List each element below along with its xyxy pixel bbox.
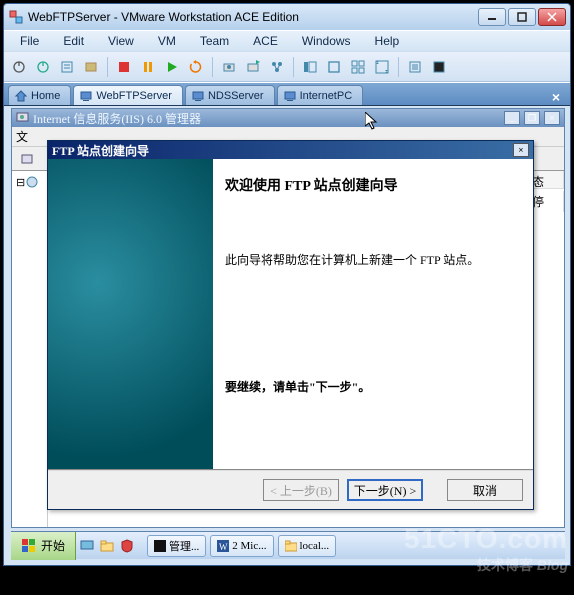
vmware-toolbar [4,52,570,82]
reset-icon[interactable] [185,56,207,78]
vm-icon [80,90,92,102]
taskbar-item[interactable]: local... [278,535,337,557]
pause-icon[interactable] [137,56,159,78]
vmware-menubar: File Edit View VM Team ACE Windows Help [4,30,570,52]
folder-icon [285,540,297,552]
home-icon [15,90,27,102]
snapshot-icon[interactable] [218,56,240,78]
maximize-button[interactable] [508,8,536,26]
tab-label: InternetPC [300,90,353,102]
tree-node-icon[interactable]: ⊟ [16,180,38,192]
power-off-icon[interactable] [8,56,30,78]
next-button[interactable]: 下一步(N) > [347,479,423,501]
tab-webftpserver[interactable]: WebFTPServer [73,85,183,105]
watermark: 51CTO.com 技术博客 Blog [404,523,568,575]
iis-title-text: Internet 信息服务(IIS) 6.0 管理器 [33,110,500,127]
menu-vm[interactable]: VM [148,32,186,50]
iis-restore-button[interactable]: ❐ [524,111,540,125]
minimize-button[interactable] [478,8,506,26]
menu-edit[interactable]: Edit [53,32,94,50]
power-on-icon[interactable] [32,56,54,78]
start-label: 开始 [41,537,65,554]
ql-security-icon[interactable] [118,537,136,555]
iis-titlebar[interactable]: Internet 信息服务(IIS) 6.0 管理器 _ ❐ × [12,109,564,127]
tab-close-icon[interactable]: × [546,89,566,105]
toolbar-separator [107,57,108,77]
cmd-icon [154,540,166,552]
ace-icon[interactable] [80,56,102,78]
tab-home[interactable]: Home [8,85,71,105]
iis-tool-icon[interactable] [16,148,38,170]
vm-icon [284,90,296,102]
wizard-titlebar[interactable]: FTP 站点创建向导 × [48,141,533,159]
wizard-close-button[interactable]: × [513,143,529,157]
menu-view[interactable]: View [98,32,144,50]
console-icon[interactable] [428,56,450,78]
wizard-main: 欢迎使用 FTP 站点创建向导 此向导将帮助您在计算机上新建一个 FTP 站点。… [213,159,533,469]
wizard-heading: 欢迎使用 FTP 站点创建向导 [225,175,521,195]
single-view-icon[interactable] [323,56,345,78]
task-label: 2 Mic... [232,540,266,552]
fullscreen-icon[interactable] [371,56,393,78]
tab-label: NDSServer [208,90,264,102]
wizard-buttons: < 上一步(B) 下一步(N) > 取消 [48,471,533,509]
watermark-sub: 技术博客 [477,557,533,573]
tab-label: Home [31,90,60,102]
toolbar-separator [293,57,294,77]
tab-internetpc[interactable]: InternetPC [277,85,364,105]
play-icon[interactable] [161,56,183,78]
task-label: local... [300,540,330,552]
wizard-continue: 要继续，请单击"下一步"。 [225,378,521,395]
iis-minimize-button[interactable]: _ [504,111,520,125]
svg-text:W: W [219,542,228,552]
back-button: < 上一步(B) [263,479,339,501]
wizard-body: 欢迎使用 FTP 站点创建向导 此向导将帮助您在计算机上新建一个 FTP 站点。… [48,159,533,469]
summary-icon[interactable] [404,56,426,78]
wizard-title-text: FTP 站点创建向导 [52,142,509,159]
menu-team[interactable]: Team [190,32,239,50]
watermark-tag: Blog [537,557,568,573]
windows-logo-icon [21,538,37,554]
vmware-title: WebFTPServer - VMware Workstation ACE Ed… [28,10,478,24]
vm-tabstrip: Home WebFTPServer NDSServer InternetPC × [4,82,570,106]
taskbar-item[interactable]: 管理... [147,535,206,557]
word-icon: W [217,540,229,552]
toolbar-separator [398,57,399,77]
settings-icon[interactable] [56,56,78,78]
tab-label: WebFTPServer [96,90,172,102]
wizard-description: 此向导将帮助您在计算机上新建一个 FTP 站点。 [225,251,521,268]
menu-file[interactable]: File [10,32,49,50]
menu-help[interactable]: Help [365,32,410,50]
start-button[interactable]: 开始 [11,532,76,560]
show-sidebar-icon[interactable] [299,56,321,78]
iis-tree[interactable]: ⊟ [12,171,48,527]
tab-ndsserver[interactable]: NDSServer [185,85,275,105]
stop-icon[interactable] [113,56,135,78]
ql-desktop-icon[interactable] [78,537,96,555]
taskbar-item[interactable]: W 2 Mic... [210,535,273,557]
ql-explorer-icon[interactable] [98,537,116,555]
menu-ace[interactable]: ACE [243,32,288,50]
task-label: 管理... [169,538,199,554]
iis-close-button[interactable]: × [544,111,560,125]
manage-snap-icon[interactable] [266,56,288,78]
close-button[interactable] [538,8,566,26]
vm-icon [192,90,204,102]
quick-switch-icon[interactable] [347,56,369,78]
revert-icon[interactable] [242,56,264,78]
iis-app-icon [16,110,29,127]
vmware-titlebar[interactable]: WebFTPServer - VMware Workstation ACE Ed… [4,4,570,30]
ftp-wizard-dialog: FTP 站点创建向导 × 欢迎使用 FTP 站点创建向导 此向导将帮助您在计算机… [47,140,534,510]
toolbar-separator [212,57,213,77]
iis-menu-item[interactable]: 文 [16,128,28,145]
svg-text:⊟: ⊟ [16,177,25,189]
cancel-button[interactable]: 取消 [447,479,523,501]
window-controls [478,8,566,26]
watermark-domain: 51CTO.com [404,523,568,555]
wizard-side-image [48,159,213,469]
vmware-app-icon [8,9,24,25]
menu-windows[interactable]: Windows [292,32,361,50]
